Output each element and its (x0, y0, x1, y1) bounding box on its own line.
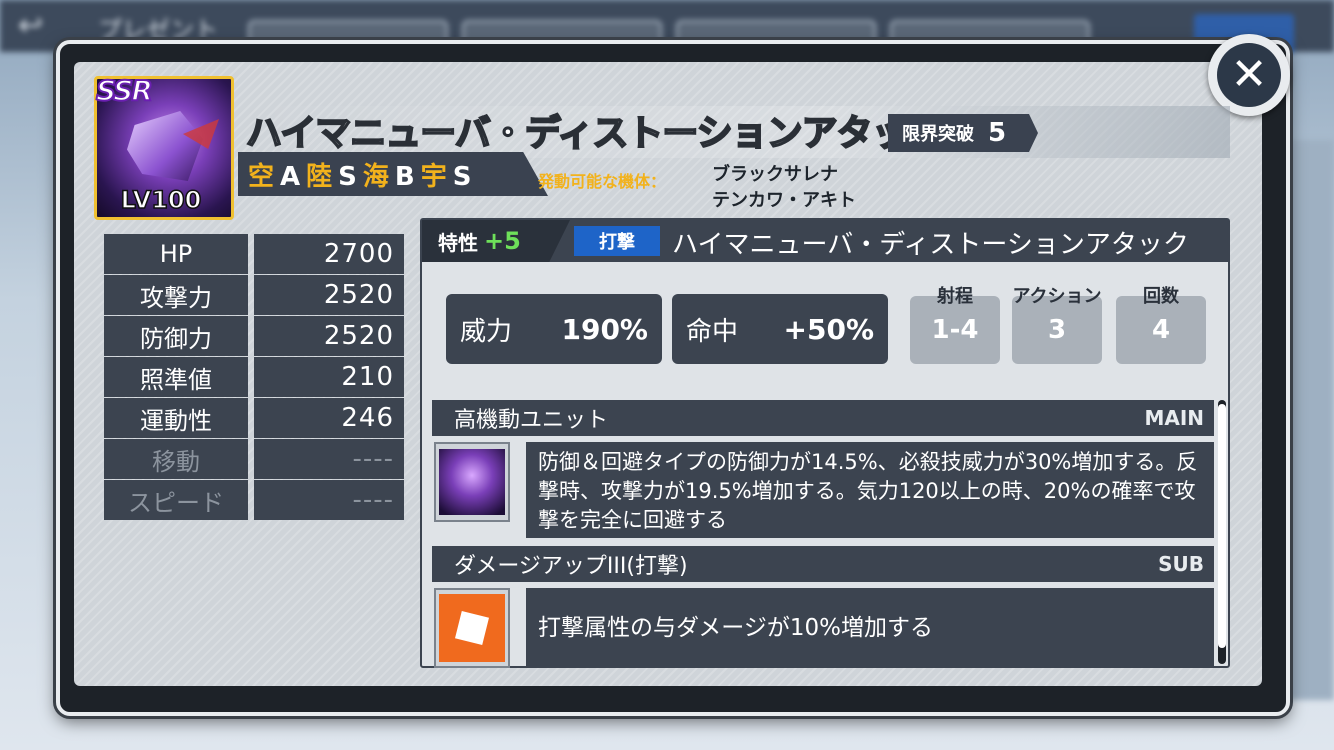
skill-header: ダメージアップIII(打撃) SUB (432, 546, 1214, 582)
skill-icon (434, 588, 510, 668)
skill-name: ダメージアップIII(打撃) (454, 554, 688, 579)
skill-icon-image (439, 449, 505, 515)
power-stat: 威力 190% (446, 294, 662, 364)
pilot-name: ブラックサレナ (712, 164, 838, 185)
stat-row: 照準値 210 (104, 357, 406, 397)
pilot-name: テンカワ・アキト (712, 190, 856, 211)
scrollbar-thumb[interactable] (1218, 404, 1226, 648)
attack-type-badge: 打撃 (574, 226, 660, 256)
range-label: 射程 (937, 286, 973, 307)
stats-table: HP 2700 攻撃力 2520 防御力 2520 照準値 210 運動性 24… (104, 234, 406, 521)
terrain-rank: B (394, 162, 415, 192)
stat-label: 攻撃力 (104, 275, 248, 315)
stat-label: スピード (104, 480, 248, 520)
weapon-panel: 特性 +5 打撃 ハイマニューバ・ディストーションアタック 威力 190% 命中… (420, 218, 1230, 668)
skill-tag: MAIN (1144, 406, 1204, 430)
unit-portrait-art (127, 111, 203, 181)
limit-break-value: 5 (988, 118, 1007, 148)
action-label: アクション (1012, 286, 1102, 307)
stat-value: ---- (254, 439, 404, 479)
stat-row: 運動性 246 (104, 398, 406, 438)
stat-row: 防御力 2520 (104, 316, 406, 356)
skill-description: 防御＆回避タイプの防御力が14.5%、必殺技威力が30%増加する。反撃時、攻撃力… (526, 442, 1214, 538)
limit-break-label: 限界突破 (902, 124, 974, 145)
weapon-trait: 特性 +5 (422, 220, 570, 262)
unit-level: LV100 (120, 185, 202, 215)
stat-value: 246 (254, 398, 404, 438)
stat-row: スピード ---- (104, 480, 406, 520)
stat-label: 照準値 (104, 357, 248, 397)
stat-label: 防御力 (104, 316, 248, 356)
stat-label: 移動 (104, 439, 248, 479)
stat-value: ---- (254, 480, 404, 520)
fist-icon (439, 594, 505, 662)
terrain-type: 陸 (306, 162, 333, 192)
close-icon: ✕ (1217, 43, 1281, 107)
skill-icon (434, 442, 510, 522)
count-label: 回数 (1143, 286, 1179, 307)
stat-value: 2520 (254, 316, 404, 356)
terrain-type: 宇 (420, 162, 447, 192)
power-label: 威力 (460, 316, 513, 347)
unit-title: ハイマニューバ・ディストーションアタック (245, 112, 944, 155)
trait-label: 特性 (438, 230, 478, 255)
stat-row: HP 2700 (104, 234, 406, 274)
skill-name: 高機動ユニット (454, 408, 609, 433)
terrain-rank: S (452, 162, 472, 192)
stat-label: 運動性 (104, 398, 248, 438)
stat-value: 2520 (254, 275, 404, 315)
scrollbar[interactable] (1218, 400, 1226, 664)
accuracy-label: 命中 (686, 316, 739, 347)
accuracy-value: +50% (783, 312, 874, 346)
terrain-type: 海 (362, 162, 389, 192)
stat-row: 移動 ---- (104, 439, 406, 479)
skill-description: 打撃属性の与ダメージが10%増加する (526, 588, 1214, 668)
stat-label: HP (104, 234, 248, 274)
skill-tag: SUB (1158, 552, 1204, 576)
trait-value: +5 (484, 227, 521, 255)
stat-value: 2700 (254, 234, 404, 274)
terrain-rank: A (280, 162, 301, 192)
close-button[interactable]: ✕ (1208, 34, 1290, 116)
accuracy-stat: 命中 +50% (672, 294, 888, 364)
back-arrow-icon: ↩ (18, 8, 44, 43)
stat-row: 攻撃力 2520 (104, 275, 406, 315)
limit-break-badge: 限界突破 5 (888, 114, 1038, 152)
terrain-rank: S (338, 162, 357, 192)
stat-value: 210 (254, 357, 404, 397)
power-value: 190% (561, 312, 648, 346)
pilot-label: 発動可能な機体： (538, 172, 667, 191)
terrain-ranks: 空A陸S海B宇S (248, 156, 477, 193)
terrain-type: 空 (248, 162, 275, 192)
weapon-name: ハイマニューバ・ディストーションアタック (672, 230, 1189, 260)
rarity-badge: SSR (95, 73, 154, 108)
skill-header: 高機動ユニット MAIN (432, 400, 1214, 436)
